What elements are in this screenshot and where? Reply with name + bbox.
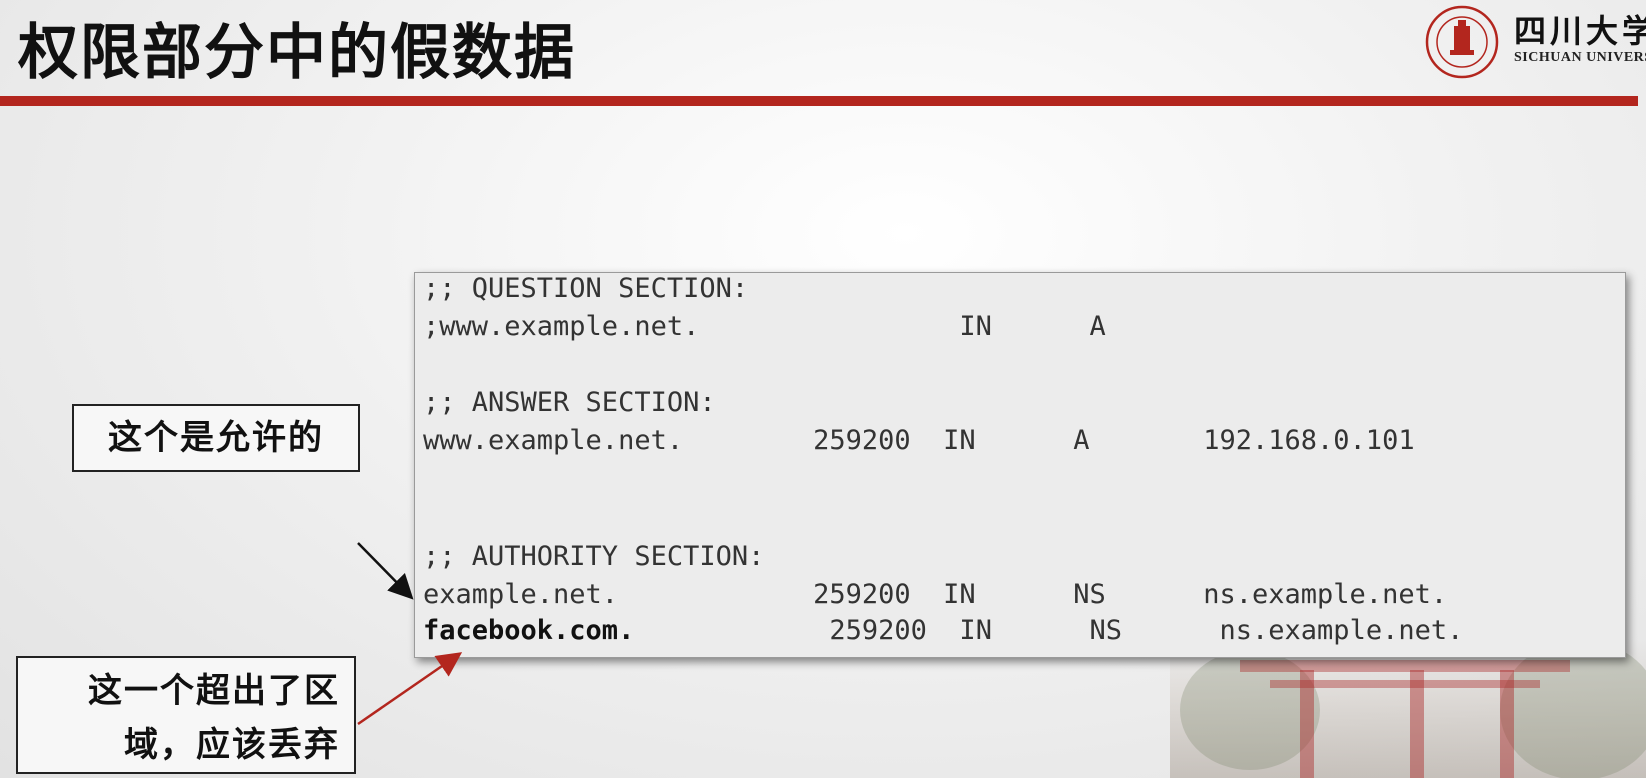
discard-arrow-icon	[357, 652, 463, 726]
allowed-arrow-icon	[357, 542, 414, 600]
callout-arrows	[357, 542, 463, 726]
